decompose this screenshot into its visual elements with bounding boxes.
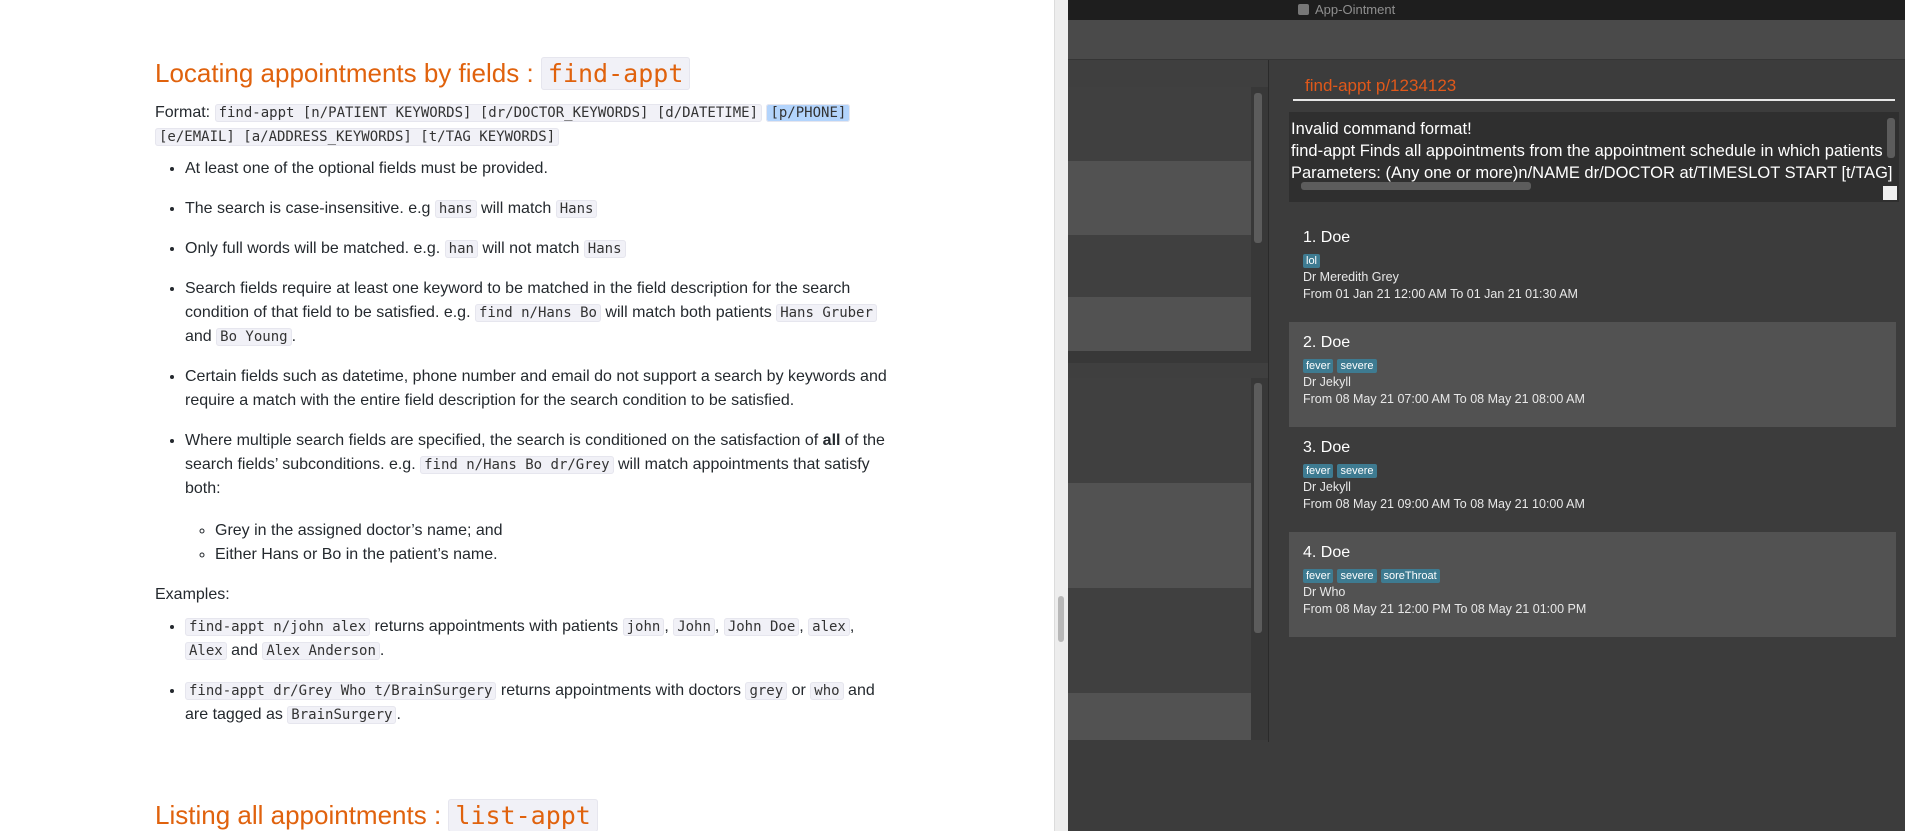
list-scrollbar[interactable] (1254, 93, 1262, 243)
patient-name: 1. Doe (1303, 229, 1351, 246)
list-item[interactable] (1068, 87, 1251, 161)
list-item[interactable] (1068, 235, 1251, 297)
tag: severe (1337, 569, 1377, 583)
result-display[interactable]: Invalid command format! find-appt Finds … (1289, 112, 1899, 202)
result-line: Parameters: (Any one or more)n/NAME dr/D… (1291, 164, 1893, 182)
doctor-name: Dr Jekyll (1303, 375, 1351, 389)
patient-name: 4. Doe (1303, 544, 1351, 561)
doctor-name: Dr Jekyll (1303, 480, 1351, 494)
result-vertical-scrollbar[interactable] (1887, 118, 1895, 158)
list-item[interactable] (1068, 588, 1251, 693)
example-item: find-appt n/john alex returns appointmen… (185, 615, 890, 663)
list-item[interactable] (1068, 161, 1251, 235)
app-icon (1298, 4, 1309, 15)
list-item: Search fields require at least one keywo… (185, 277, 890, 349)
format-line: Format: find-appt [n/PATIENT KEYWORDS] [… (155, 101, 890, 149)
rules-list: At least one of the optional fields must… (185, 157, 890, 567)
result-line: Invalid command format! (1291, 120, 1472, 138)
tag: fever (1303, 464, 1334, 478)
appointment-card[interactable]: 2. Doe fever severe Dr Jekyll From 08 May… (1289, 322, 1896, 427)
doctor-name: Dr Meredith Grey (1303, 270, 1399, 284)
list-item[interactable] (1068, 297, 1251, 351)
menu-bar (1068, 20, 1905, 60)
doctor-name: Dr Who (1303, 585, 1346, 599)
example-item: find-appt dr/Grey Who t/BrainSurgery ret… (185, 679, 890, 727)
tag: fever (1303, 569, 1334, 583)
list-item: Certain fields such as datetime, phone n… (185, 365, 890, 413)
app-window: App-Ointment find-appt p/1234123 Invalid… (1068, 0, 1905, 831)
sub-list-item: Either Hans or Bo in the patient’s name. (215, 543, 890, 567)
sub-list-item: Grey in the assigned doctor’s name; and (215, 519, 890, 543)
tag: soreThroat (1380, 569, 1440, 583)
result-horizontal-scrollbar[interactable] (1301, 182, 1531, 190)
window-titlebar[interactable]: App-Ointment (1068, 0, 1905, 20)
appointment-card[interactable]: 1. Doe lol Dr Meredith Grey From 01 Jan … (1289, 217, 1896, 322)
scrollbar-corner (1883, 186, 1897, 200)
timeslot: From 08 May 21 07:00 AM To 08 May 21 08:… (1303, 392, 1585, 406)
result-line: find-appt Finds all appointments from th… (1291, 142, 1883, 160)
list-scrollbar[interactable] (1254, 383, 1262, 633)
documentation-pane: Locating appointments by fields : find-a… (0, 0, 1054, 831)
appointment-card[interactable]: 3. Doe fever severe Dr Jekyll From 08 May… (1289, 427, 1896, 532)
appointment-panel: find-appt p/1234123 Invalid command form… (1268, 60, 1905, 742)
tag-list: fever severe soreThroat (1303, 566, 1882, 583)
highlighted-selection: [p/PHONE] (766, 104, 851, 122)
list-panel-bottom (1068, 378, 1268, 740)
tag: fever (1303, 359, 1334, 373)
command-input[interactable]: find-appt p/1234123 (1293, 67, 1895, 101)
patient-name: 3. Doe (1303, 439, 1351, 456)
list-item[interactable] (1068, 378, 1251, 483)
list-item: The search is case-insensitive. e.g hans… (185, 197, 890, 221)
examples-list: find-appt n/john alex returns appointmen… (185, 615, 890, 727)
patient-list-panel (1068, 60, 1268, 740)
timeslot: From 08 May 21 09:00 AM To 08 May 21 10:… (1303, 497, 1585, 511)
sub-list: Grey in the assigned doctor’s name; and … (215, 519, 890, 567)
appointment-card[interactable]: 4. Doe fever severe soreThroat Dr Who From… (1289, 532, 1896, 637)
tag: severe (1337, 359, 1377, 373)
patient-name: 2. Doe (1303, 334, 1351, 351)
list-item: At least one of the optional fields must… (185, 157, 890, 181)
doc-scrollbar[interactable] (1058, 596, 1064, 642)
tag-list: fever severe (1303, 461, 1882, 478)
list-item[interactable] (1068, 483, 1251, 588)
list-item[interactable] (1068, 693, 1251, 740)
timeslot: From 08 May 21 12:00 PM To 08 May 21 01:… (1303, 602, 1587, 616)
appointment-list: 1. Doe lol Dr Meredith Grey From 01 Jan … (1289, 217, 1896, 637)
timeslot: From 01 Jan 21 12:00 AM To 01 Jan 21 01:… (1303, 287, 1578, 301)
list-panel-top (1068, 87, 1268, 363)
window-title: App-Ointment (1315, 2, 1396, 17)
list-item: Only full words will be matched. e.g. ha… (185, 237, 890, 261)
pane-divider[interactable] (1054, 0, 1068, 831)
list-item: Where multiple search fields are specifi… (185, 429, 890, 567)
section-heading-find-appt: Locating appointments by fields : find-a… (155, 54, 890, 93)
tag-list: fever severe (1303, 356, 1882, 373)
tag-list: lol (1303, 251, 1882, 268)
examples-label: Examples: (155, 586, 230, 603)
tag: severe (1337, 464, 1377, 478)
heading-code: find-appt (540, 57, 691, 90)
section-heading-list-appt: Listing all appointments : list-appt (155, 796, 598, 831)
tag: lol (1303, 254, 1321, 268)
